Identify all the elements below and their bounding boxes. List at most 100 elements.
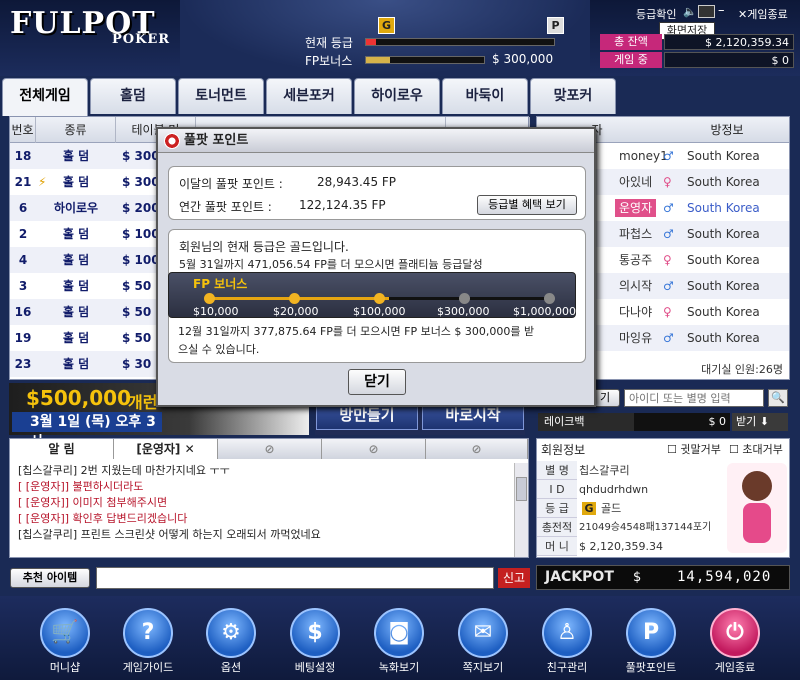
tab-tournament[interactable]: 토너먼트 [178, 78, 264, 114]
cart-icon[interactable]: 🛒 [40, 608, 90, 658]
member-info: 회원정보 ☐ 귓말거부 ☐ 초대거부 별 명 칩스갈쿠리 I D qhdudrh… [536, 438, 790, 558]
money-shop-label[interactable]: 머니샵 [25, 659, 105, 675]
user-country: South Korea [687, 175, 760, 189]
row-no: 6 [18, 201, 28, 215]
tab-notice[interactable]: 알 림 [10, 439, 114, 459]
banner-date: 3월 1일 (목) 오후 3시 [12, 412, 162, 450]
tab-hilow[interactable]: 하이로우 [354, 78, 440, 114]
tab-empty[interactable]: ⊘ [218, 439, 322, 459]
row-stake: $ 30 [122, 357, 152, 371]
tab-matpoker[interactable]: 맞포커 [530, 78, 616, 114]
male-icon: ♂ [663, 149, 674, 163]
scrollbar-thumb[interactable] [516, 477, 527, 501]
camera-icon[interactable]: ◙ [374, 608, 424, 658]
options-label[interactable]: 옵션 [191, 659, 271, 675]
bonus-message-2: 으실 수 있습니다. [178, 343, 260, 356]
exit-game-label[interactable]: 게임종료 [695, 659, 775, 675]
col-room-info[interactable]: 방정보 [663, 117, 791, 143]
row-no: 23 [14, 357, 32, 371]
user-name-highlight: 운영자 [615, 199, 657, 217]
chip-icon [164, 133, 180, 149]
tab-baduki[interactable]: 바둑이 [442, 78, 528, 114]
question-icon[interactable]: ? [123, 608, 173, 658]
points-summary-box: 이달의 풀팟 포인트 : 28,943.45 FP 연간 풀팟 포인트 : 12… [168, 166, 586, 220]
fp-bonus-label: FP보너스 [305, 54, 353, 68]
tab-empty[interactable]: ⊘ [322, 439, 426, 459]
gear-icon[interactable]: ⚙ [206, 608, 256, 658]
power-icon[interactable]: ⏻ [710, 608, 760, 658]
banner-text: 개런 [128, 393, 158, 412]
whisper-reject-checkbox[interactable]: ☐ 귓말거부 [667, 441, 721, 457]
user-country: South Korea [687, 279, 760, 293]
male-icon: ♂ [663, 227, 674, 241]
mail-icon[interactable]: ✉ [458, 608, 508, 658]
male-icon: ♂ [663, 201, 674, 215]
chat-scrollbar[interactable] [514, 463, 528, 557]
grade-gauge [365, 38, 555, 46]
tab-empty[interactable]: ⊘ [426, 439, 528, 459]
minimize-icon[interactable]: – [718, 3, 725, 18]
row-type: 홀 덤 [62, 331, 90, 345]
grade-benefits-button[interactable]: 등급별 혜택 보기 [477, 195, 577, 215]
chips-icon[interactable]: $ [290, 608, 340, 658]
row-no: 16 [14, 305, 32, 319]
dialog-title: 풀팟 포인트 [158, 129, 594, 153]
sound-icon[interactable]: 🔈 [683, 5, 697, 18]
user-search-input[interactable] [624, 389, 764, 407]
search-icon[interactable]: 🔍 [768, 389, 788, 407]
arrow-down-icon: ⬇ [759, 415, 769, 428]
fp-level-amount: $100,000 [353, 305, 406, 318]
row-stake: $ 100 [122, 227, 160, 241]
friend-icon[interactable]: ♙ [542, 608, 592, 658]
col-type[interactable]: 종류 [36, 117, 116, 143]
user-country: South Korea [687, 149, 760, 163]
row-no: 4 [18, 253, 28, 267]
recommend-item-button[interactable]: 추천 아이템 [10, 568, 90, 588]
fulpot-point-label[interactable]: 풀팟포인트 [611, 659, 691, 675]
invite-reject-label: 초대거부 [742, 443, 783, 456]
close-icon[interactable]: ✕ [185, 442, 195, 456]
month-points-label: 이달의 풀팟 포인트 : [179, 177, 283, 191]
tab-holdem[interactable]: 홀덤 [90, 78, 176, 114]
screenshot-icon[interactable] [698, 5, 715, 18]
rakeback-label: 레이크백 [538, 413, 634, 431]
col-no[interactable]: 번호 [10, 117, 36, 143]
row-type: 홀 덤 [62, 175, 90, 189]
member-label: 총전적 [537, 518, 577, 537]
friends-label[interactable]: 친구관리 [527, 659, 607, 675]
row-type: 홀 덤 [62, 149, 90, 163]
exit-link[interactable]: ✕게임종료 [738, 6, 788, 22]
avatar [727, 463, 787, 553]
game-guide-label[interactable]: 게임가이드 [108, 659, 188, 675]
invite-reject-checkbox[interactable]: ☐ 초대거부 [729, 441, 783, 457]
tab-sevenpoker[interactable]: 세븐포커 [266, 78, 352, 114]
tab-all[interactable]: 전체게임 [2, 78, 88, 116]
row-stake: $ 200 [122, 201, 160, 215]
close-button[interactable]: 닫기 [348, 369, 406, 395]
replay-label[interactable]: 녹화보기 [359, 659, 439, 675]
female-icon: ♀ [663, 253, 672, 267]
user-name: 아있네 [619, 175, 653, 189]
total-balance-label: 총 잔액 [600, 34, 662, 50]
user-country: South Korea [687, 331, 760, 345]
member-label: I D [537, 480, 577, 499]
fp-level-dot [459, 293, 470, 304]
tab-operator[interactable]: [운영자] ✕ [114, 439, 218, 459]
fp-level-dot [544, 293, 555, 304]
chat-input[interactable] [96, 567, 494, 589]
chat-line: [ [운영자]] 불편하시더라도 [18, 480, 144, 493]
betting-settings-label[interactable]: 베팅설정 [275, 659, 355, 675]
user-name: 마잉유 [619, 331, 653, 345]
user-name: 통공주 [619, 253, 653, 267]
messages-label[interactable]: 쪽지보기 [443, 659, 523, 675]
bonus-message-1: 12월 31일까지 377,875.64 FP를 더 모으시면 FP 보너스 $… [178, 325, 535, 338]
member-info-title: 회원정보 [541, 443, 586, 457]
report-button[interactable]: 신고 [498, 568, 530, 588]
point-icon[interactable]: P [626, 608, 676, 658]
row-no: 19 [14, 331, 32, 345]
rakeback-receive-button[interactable]: 받기 ⬇ [732, 413, 788, 431]
member-record: 21049승4548패137144포기 [579, 522, 712, 533]
grade-g-icon: G [581, 501, 597, 516]
grade-check-link[interactable]: 등급확인 [636, 6, 676, 22]
row-type: 홀 덤 [62, 357, 90, 371]
